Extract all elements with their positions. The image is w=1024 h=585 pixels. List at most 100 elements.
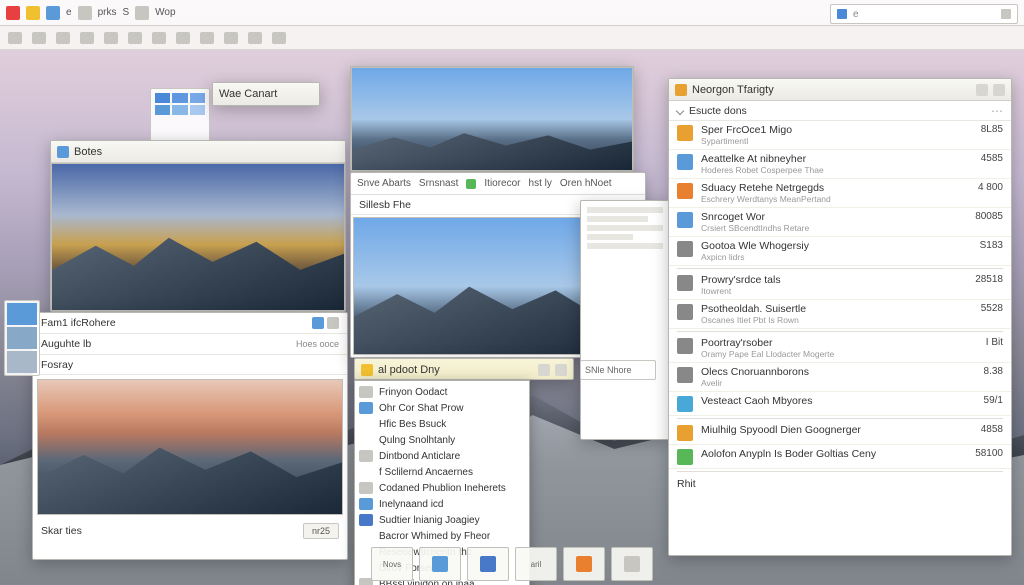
menu-item[interactable]: S xyxy=(122,7,129,18)
thumb-small[interactable] xyxy=(7,351,37,373)
thumb-small[interactable] xyxy=(7,327,37,349)
menu-item[interactable]: Hfic Bes Bsuck xyxy=(355,416,529,432)
menu-item[interactable]: Ohr Cor Shat Prow xyxy=(355,400,529,416)
titlebar[interactable]: Botes xyxy=(51,141,345,163)
menu-item[interactable]: Frinyon Oodact xyxy=(355,384,529,400)
tool-icon[interactable] xyxy=(224,32,238,44)
menu-item[interactable]: prks xyxy=(98,7,117,18)
chevron-right-icon[interactable] xyxy=(676,106,684,114)
search-box[interactable]: e xyxy=(830,4,1018,24)
app-icon[interactable] xyxy=(46,6,60,20)
taskbar-item[interactable] xyxy=(563,547,605,581)
thumb-strip[interactable] xyxy=(4,300,40,376)
tool-icon[interactable] xyxy=(8,32,22,44)
tab[interactable]: Snve Abarts xyxy=(357,178,411,189)
row-subtitle: Itowrent xyxy=(701,286,967,296)
search-icon xyxy=(837,9,847,19)
titlebar[interactable]: Neorgon Tfarigty xyxy=(669,79,1011,101)
field-icon[interactable] xyxy=(312,317,324,329)
app-icon[interactable] xyxy=(135,6,149,20)
window-icon xyxy=(675,84,687,96)
menu-item[interactable]: Wop xyxy=(155,7,175,18)
taskbar-item[interactable]: aril xyxy=(515,547,557,581)
activity-row[interactable]: Aolofon Anypln Is Boder Goltias Ceny 581… xyxy=(669,445,1011,469)
window-title: Botes xyxy=(74,146,102,158)
taskbar-item[interactable]: Novs xyxy=(371,547,413,581)
tool-icon[interactable] xyxy=(32,32,46,44)
tool-icon[interactable] xyxy=(248,32,262,44)
menu-item[interactable]: f Sclilernd Ancaernes xyxy=(355,464,529,480)
tab-row: Snve Abarts Srnsnast Itiorecor hst ly Or… xyxy=(351,173,645,195)
share-icon[interactable] xyxy=(976,84,988,96)
taskbar-item[interactable] xyxy=(419,547,461,581)
menu-item[interactable]: Inelynaand icd xyxy=(355,496,529,512)
tab[interactable]: Itiorecor xyxy=(484,178,520,189)
row-value: 8L85 xyxy=(981,124,1003,135)
tool-icon[interactable] xyxy=(272,32,286,44)
action-icon[interactable] xyxy=(538,364,550,376)
action-icon[interactable] xyxy=(555,364,567,376)
tool-icon[interactable] xyxy=(200,32,214,44)
menu-item[interactable]: Sudtier lnianig Joagiey xyxy=(355,512,529,528)
more-icon[interactable]: ⋯ xyxy=(991,104,1003,118)
app-icon[interactable] xyxy=(26,6,40,20)
app-icon[interactable] xyxy=(6,6,20,20)
menu-item[interactable]: Qulng Snolhtanly xyxy=(355,432,529,448)
window-textdoc[interactable] xyxy=(580,200,670,440)
activity-row[interactable]: Sper FrcOce1 MigoSypartimentl 8L85 xyxy=(669,121,1011,150)
row-value: 8.38 xyxy=(984,366,1003,377)
app-icon[interactable] xyxy=(78,6,92,20)
palette-widget[interactable] xyxy=(150,88,210,144)
thumb-small[interactable] xyxy=(7,303,37,325)
row-title: Poortray'rsober xyxy=(701,337,978,349)
taskbar-item[interactable] xyxy=(467,547,509,581)
row-subtitle: Crsiert SBcendtIndhs Retare xyxy=(701,223,967,233)
menu-item[interactable]: Dintbond Anticlare xyxy=(355,448,529,464)
settings-icon[interactable] xyxy=(993,84,1005,96)
window-activity[interactable]: Neorgon Tfarigty Esucte dons ⋯ Sper FrcO… xyxy=(668,78,1012,556)
row-icon xyxy=(677,154,693,170)
tool-icon[interactable] xyxy=(176,32,190,44)
tool-icon[interactable] xyxy=(56,32,70,44)
activity-row[interactable]: Prowry'srdce talsItowrent 28518 xyxy=(669,271,1011,300)
field-label: Auguhte lb xyxy=(41,338,91,350)
window-properties[interactable]: Fam1 ifcRohere Auguhte lb Hoes ooce Fosr… xyxy=(32,312,348,560)
pin-icon xyxy=(361,364,373,376)
row-subtitle: Hoderes Robet Cosperpee Thae xyxy=(701,165,973,175)
row-subtitle: Axpicn lidrs xyxy=(701,252,972,262)
tool-icon[interactable] xyxy=(152,32,166,44)
row-icon xyxy=(677,338,693,354)
activity-row[interactable]: Olecs CnoruannboronsAvelir 8.38 xyxy=(669,363,1011,392)
row-subtitle: Eschrery Werdtanys MeanPertand xyxy=(701,194,970,204)
activity-row[interactable]: Aeattelke At nibneyherHoderes Robet Cosp… xyxy=(669,150,1011,179)
menu-item[interactable]: Codaned Phublion Ineherets xyxy=(355,480,529,496)
tool-icon[interactable] xyxy=(128,32,142,44)
tab[interactable]: hst ly xyxy=(529,178,552,189)
search-action-icon[interactable] xyxy=(1001,9,1011,19)
window-preview-top[interactable] xyxy=(350,66,634,172)
palette-title-window: Wae Canart xyxy=(212,82,320,106)
footer-button[interactable]: nr25 xyxy=(303,523,339,539)
taskbar-item[interactable] xyxy=(611,547,653,581)
activity-row[interactable]: Vesteact Caoh Mbyores 59/1 xyxy=(669,392,1011,416)
window-botes[interactable]: Botes xyxy=(50,140,346,312)
section-label: Fosray xyxy=(33,355,347,375)
activity-row[interactable]: Snrcoget WorCrsiert SBcendtIndhs Retare … xyxy=(669,208,1011,237)
activity-row[interactable]: Miulhilg Spyoodl Dien Goognerger 4858 xyxy=(669,421,1011,445)
activity-row[interactable]: Psotheoldah. SuisertleOscanes Itiet Pbt … xyxy=(669,300,1011,329)
activity-row[interactable]: Poortray'rsoberOramy Pape Eal Llodacter … xyxy=(669,334,1011,363)
menu-item[interactable]: e xyxy=(66,7,72,18)
activity-row[interactable]: Sduacy Retehe NetrgegdsEschrery Werdtany… xyxy=(669,179,1011,208)
row-value: 58100 xyxy=(975,448,1003,459)
tool-icon[interactable] xyxy=(80,32,94,44)
row-value: 28518 xyxy=(975,274,1003,285)
tab[interactable]: Srnsnast xyxy=(419,178,458,189)
row-value: 59/1 xyxy=(984,395,1003,406)
tool-icon[interactable] xyxy=(104,32,118,44)
search-placeholder: e xyxy=(853,9,859,20)
tab[interactable]: Oren hNoet xyxy=(560,178,612,189)
activity-row[interactable]: Gootoa Wle WhogersiyAxpicn lidrs S183 xyxy=(669,237,1011,266)
field-icon[interactable] xyxy=(327,317,339,329)
menu-item[interactable]: Bacror Whimed by Fheor xyxy=(355,528,529,544)
row-subtitle: Oscanes Itiet Pbt Is Rown xyxy=(701,315,973,325)
